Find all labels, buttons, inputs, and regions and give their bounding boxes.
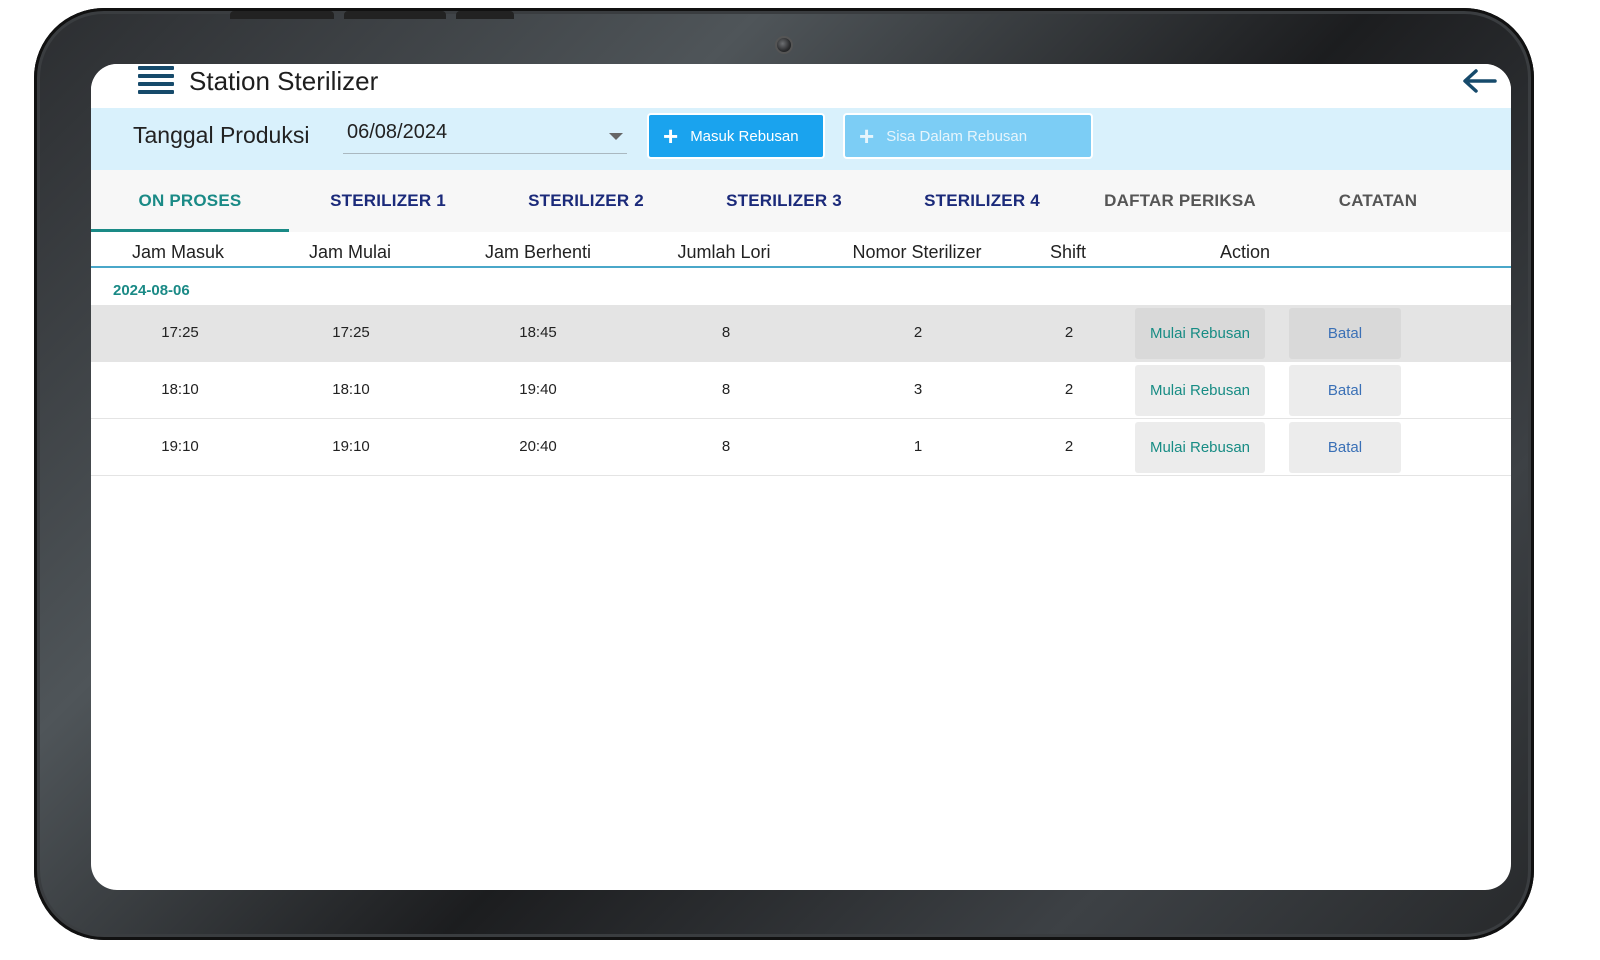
date-select[interactable]: 06/08/2024 <box>343 118 627 154</box>
tab-sterilizer-2[interactable]: STERILIZER 2 <box>487 170 685 232</box>
column-header: Jam Masuk <box>131 242 225 262</box>
column-header: Jam Berhenti <box>484 242 592 262</box>
cell-jam-berhenti: 19:40 <box>519 381 557 398</box>
hardware-button <box>230 11 334 19</box>
column-header: Jam Mulai <box>308 242 392 262</box>
plus-icon: + <box>663 121 679 151</box>
masuk-rebusan-button[interactable]: + Masuk Rebusan <box>647 113 825 159</box>
cell-jam-masuk: 18:10 <box>161 381 199 398</box>
tab-daftar-periksa[interactable]: DAFTAR PERIKSA <box>1081 170 1279 232</box>
cell-jam-masuk: 17:25 <box>161 324 199 341</box>
menu-icon[interactable] <box>138 66 174 96</box>
column-header: Shift <box>1049 242 1087 262</box>
arrow-left-icon[interactable] <box>1461 68 1497 94</box>
camera-icon <box>775 36 793 54</box>
tab-sterilizer-1[interactable]: STERILIZER 1 <box>289 170 487 232</box>
cell-jam-berhenti: 20:40 <box>519 438 557 455</box>
cell-jumlah-lori: 8 <box>721 438 731 455</box>
table-row: 18:10 18:10 19:40 8 3 2 Mulai Rebusan Ba… <box>91 362 1511 419</box>
cell-jam-berhenti: 18:45 <box>519 324 557 341</box>
cell-jam-mulai: 18:10 <box>332 381 370 398</box>
chevron-down-icon[interactable] <box>609 133 623 140</box>
cell-jumlah-lori: 8 <box>721 324 731 341</box>
app-header: Station Sterilizer <box>91 64 1511 108</box>
toolbar: Tanggal Produksi 06/08/2024 + Masuk Rebu… <box>91 108 1511 170</box>
tab-catatan[interactable]: CATATAN <box>1279 170 1477 232</box>
sisa-dalam-rebusan-button[interactable]: + Sisa Dalam Rebusan <box>843 113 1093 159</box>
column-header: Jumlah Lori <box>677 242 771 262</box>
date-value: 06/08/2024 <box>347 121 448 143</box>
sisa-dalam-rebusan-label: Sisa Dalam Rebusan <box>886 127 1028 145</box>
column-header: Action <box>1219 242 1271 262</box>
table-row: 17:25 17:25 18:45 8 2 2 Mulai Rebusan Ba… <box>91 305 1511 362</box>
hardware-button <box>344 11 446 19</box>
cell-jam-masuk: 19:10 <box>161 438 199 455</box>
cell-nomor-sterilizer: 2 <box>913 324 923 341</box>
hardware-button <box>456 11 514 19</box>
cell-shift: 2 <box>1064 324 1074 341</box>
tab-bar: ON PROSES STERILIZER 1 STERILIZER 2 STER… <box>91 170 1511 232</box>
page-title: Station Sterilizer <box>189 66 379 96</box>
app-screen: Station Sterilizer Tanggal Produksi 06/0… <box>91 64 1511 890</box>
column-header: Nomor Sterilizer <box>852 242 982 262</box>
cell-jam-mulai: 19:10 <box>332 438 370 455</box>
date-label: Tanggal Produksi <box>133 122 310 148</box>
plus-icon: + <box>859 121 875 151</box>
group-date-label: 2024-08-06 <box>113 282 190 299</box>
cell-jam-mulai: 17:25 <box>332 324 370 341</box>
mulai-rebusan-button[interactable]: Mulai Rebusan <box>1135 422 1265 473</box>
cell-jumlah-lori: 8 <box>721 381 731 398</box>
cell-nomor-sterilizer: 3 <box>913 381 923 398</box>
cell-shift: 2 <box>1064 438 1074 455</box>
table-row: 19:10 19:10 20:40 8 1 2 Mulai Rebusan Ba… <box>91 419 1511 476</box>
batal-button[interactable]: Batal <box>1289 365 1401 416</box>
mulai-rebusan-button[interactable]: Mulai Rebusan <box>1135 308 1265 359</box>
masuk-rebusan-label: Masuk Rebusan <box>690 127 799 145</box>
tab-sterilizer-4[interactable]: STERILIZER 4 <box>883 170 1081 232</box>
mulai-rebusan-button[interactable]: Mulai Rebusan <box>1135 365 1265 416</box>
batal-button[interactable]: Batal <box>1289 308 1401 359</box>
table-header: Jam Masuk Jam Mulai Jam Berhenti Jumlah … <box>91 232 1511 268</box>
cell-nomor-sterilizer: 1 <box>913 438 923 455</box>
tab-on-proses[interactable]: ON PROSES <box>91 170 289 232</box>
tab-sterilizer-3[interactable]: STERILIZER 3 <box>685 170 883 232</box>
cell-shift: 2 <box>1064 381 1074 398</box>
batal-button[interactable]: Batal <box>1289 422 1401 473</box>
